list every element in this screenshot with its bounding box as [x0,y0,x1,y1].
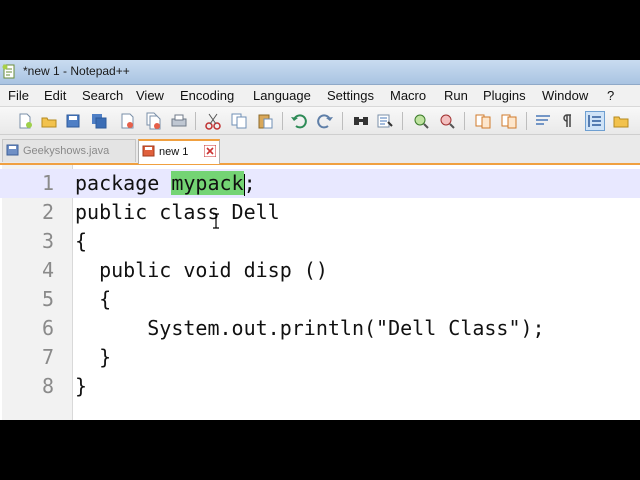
line-number: 8 [41,374,54,398]
new-file-icon[interactable] [16,112,34,130]
menu-run[interactable]: Run [444,88,468,103]
menu-bar: File Edit Search View Encoding Language … [0,85,640,107]
sync-v-icon[interactable] [474,112,492,130]
code-editor[interactable]: 1 package mypack; 2 public class Dell 3 … [0,165,640,420]
menu-search[interactable]: Search [82,88,123,103]
notepadpp-app-icon [2,64,15,79]
line-number: 6 [41,316,54,340]
word-wrap-icon[interactable] [534,112,552,130]
menu-language[interactable]: Language [253,88,311,103]
line-number: 3 [41,229,54,253]
tab-geekyshows-java[interactable]: Geekyshows.java [2,139,136,162]
menu-settings[interactable]: Settings [327,88,374,103]
sync-h-icon[interactable] [500,112,518,130]
saved-file-icon [6,144,19,156]
code-line[interactable]: 5 { [0,285,640,314]
code-line[interactable]: 6 System.out.println("Dell Class"); [0,314,640,343]
line-number: 1 [41,171,54,195]
code-text: { [75,229,88,253]
find-replace-icon[interactable] [376,112,394,130]
toolbar-separator [402,112,403,130]
toolbar-separator [464,112,465,130]
toolbar-separator [342,112,343,130]
zoom-out-icon[interactable] [438,112,456,130]
redo-icon[interactable] [316,112,334,130]
zoom-in-icon[interactable] [412,112,430,130]
unsaved-file-icon [142,145,155,157]
code-text: package mypack; [75,169,256,198]
tab-label: Geekyshows.java [23,145,110,157]
menu-file[interactable]: File [8,88,29,103]
find-icon[interactable] [352,112,370,130]
toolbar [0,107,640,135]
menu-edit[interactable]: Edit [44,88,66,103]
highlighted-word: mypack [171,171,244,195]
notepadpp-window: *new 1 - Notepad++ File Edit Search View… [0,60,640,420]
code-line[interactable]: 1 package mypack; [0,169,640,198]
title-bar: *new 1 - Notepad++ [0,60,640,85]
tab-label: new 1 [159,146,189,158]
code-line[interactable]: 7 } [0,343,640,372]
code-keyword: package [75,171,172,195]
code-text: } [75,345,112,369]
open-file-icon[interactable] [40,112,58,130]
toolbar-separator [526,112,527,130]
tab-new-1[interactable]: new 1 [138,139,220,164]
code-line[interactable]: 3 { [0,227,640,256]
cut-icon[interactable] [204,112,222,130]
line-number: 2 [41,200,54,224]
print-icon[interactable] [170,112,188,130]
code-punct: ; [243,171,256,195]
indent-guide-icon[interactable] [585,111,605,131]
toolbar-separator [195,112,196,130]
code-text: } [75,374,88,398]
menu-macro[interactable]: Macro [390,88,426,103]
menu-plugins[interactable]: Plugins [483,88,526,103]
tab-close-icon[interactable] [204,145,216,157]
line-number: 5 [41,287,54,311]
copy-icon[interactable] [230,112,248,130]
menu-window[interactable]: Window [542,88,588,103]
tab-bar: Geekyshows.java new 1 [0,135,640,165]
window-title: *new 1 - Notepad++ [23,64,130,78]
code-text: System.out.println("Dell Class"); [75,316,545,340]
code-line[interactable]: 8 } [0,372,640,401]
code-line[interactable]: 2 public class Dell [0,198,640,227]
menu-view[interactable]: View [136,88,164,103]
save-icon[interactable] [64,112,82,130]
code-text: { [75,287,112,311]
code-line[interactable]: 4 public void disp () [0,256,640,285]
line-number: 7 [41,345,54,369]
undo-icon[interactable] [290,112,308,130]
code-text: public class Dell [75,200,280,224]
mouse-ibeam-cursor-icon [213,213,219,229]
toolbar-separator [282,112,283,130]
line-number: 4 [41,258,54,282]
menu-encoding[interactable]: Encoding [180,88,234,103]
paste-icon[interactable] [256,112,274,130]
close-icon[interactable] [118,112,136,130]
close-all-icon[interactable] [144,112,162,130]
folder-icon[interactable] [612,112,630,130]
menu-help[interactable]: ? [607,88,614,103]
show-all-chars-icon[interactable] [558,112,576,130]
save-all-icon[interactable] [90,112,108,130]
code-text: public void disp () [75,258,328,282]
